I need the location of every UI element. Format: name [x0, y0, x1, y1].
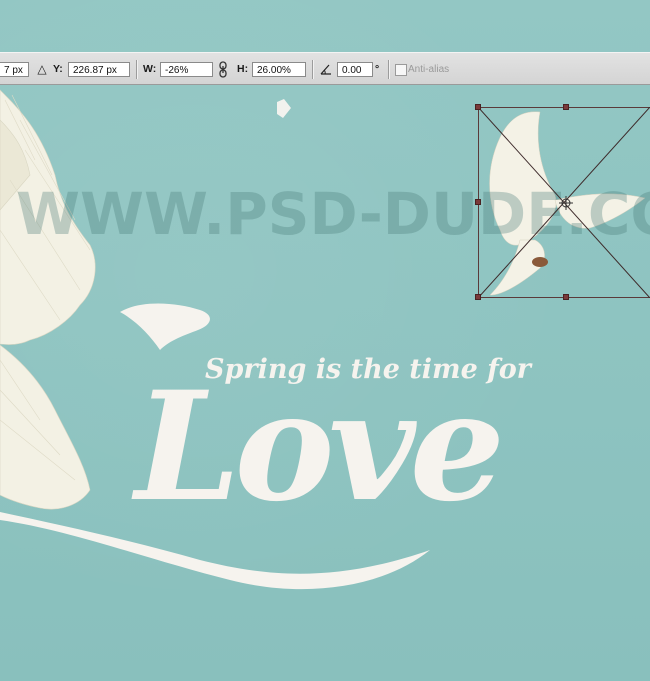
transform-handle-top-center[interactable] [563, 104, 569, 110]
transform-handle-bottom-left[interactable] [475, 294, 481, 300]
transform-bounding-box[interactable] [475, 104, 650, 300]
transform-handle-bottom-center[interactable] [563, 294, 569, 300]
transform-options-bar: 7 px △ Y: 226.87 px W: -26% H: 26.00% 0.… [0, 52, 650, 85]
separator [312, 60, 314, 79]
height-field[interactable]: 26.00% [252, 62, 306, 77]
separator [388, 60, 390, 79]
transform-handle-middle-left[interactable] [475, 199, 481, 205]
angle-icon [320, 62, 332, 77]
separator [136, 60, 138, 79]
anti-alias-label: Anti-alias [408, 64, 450, 75]
degree-unit: ° [375, 63, 380, 75]
y-label: Y: [53, 63, 63, 75]
link-chain-icon[interactable] [218, 60, 228, 79]
width-field[interactable]: -26% [160, 62, 213, 77]
rotation-angle-field[interactable]: 0.00 [337, 62, 373, 77]
x-position-field[interactable]: 7 px [0, 62, 29, 77]
anti-alias-checkbox[interactable] [395, 64, 407, 76]
width-label: W: [143, 63, 157, 75]
headline-swash [0, 303, 430, 590]
transform-handle-top-left[interactable] [475, 104, 481, 110]
height-label: H: [237, 63, 249, 75]
triangle-delta-icon[interactable]: △ [36, 62, 48, 77]
reference-point-crosshair-icon[interactable] [559, 196, 573, 210]
y-position-field[interactable]: 226.87 px [68, 62, 130, 77]
